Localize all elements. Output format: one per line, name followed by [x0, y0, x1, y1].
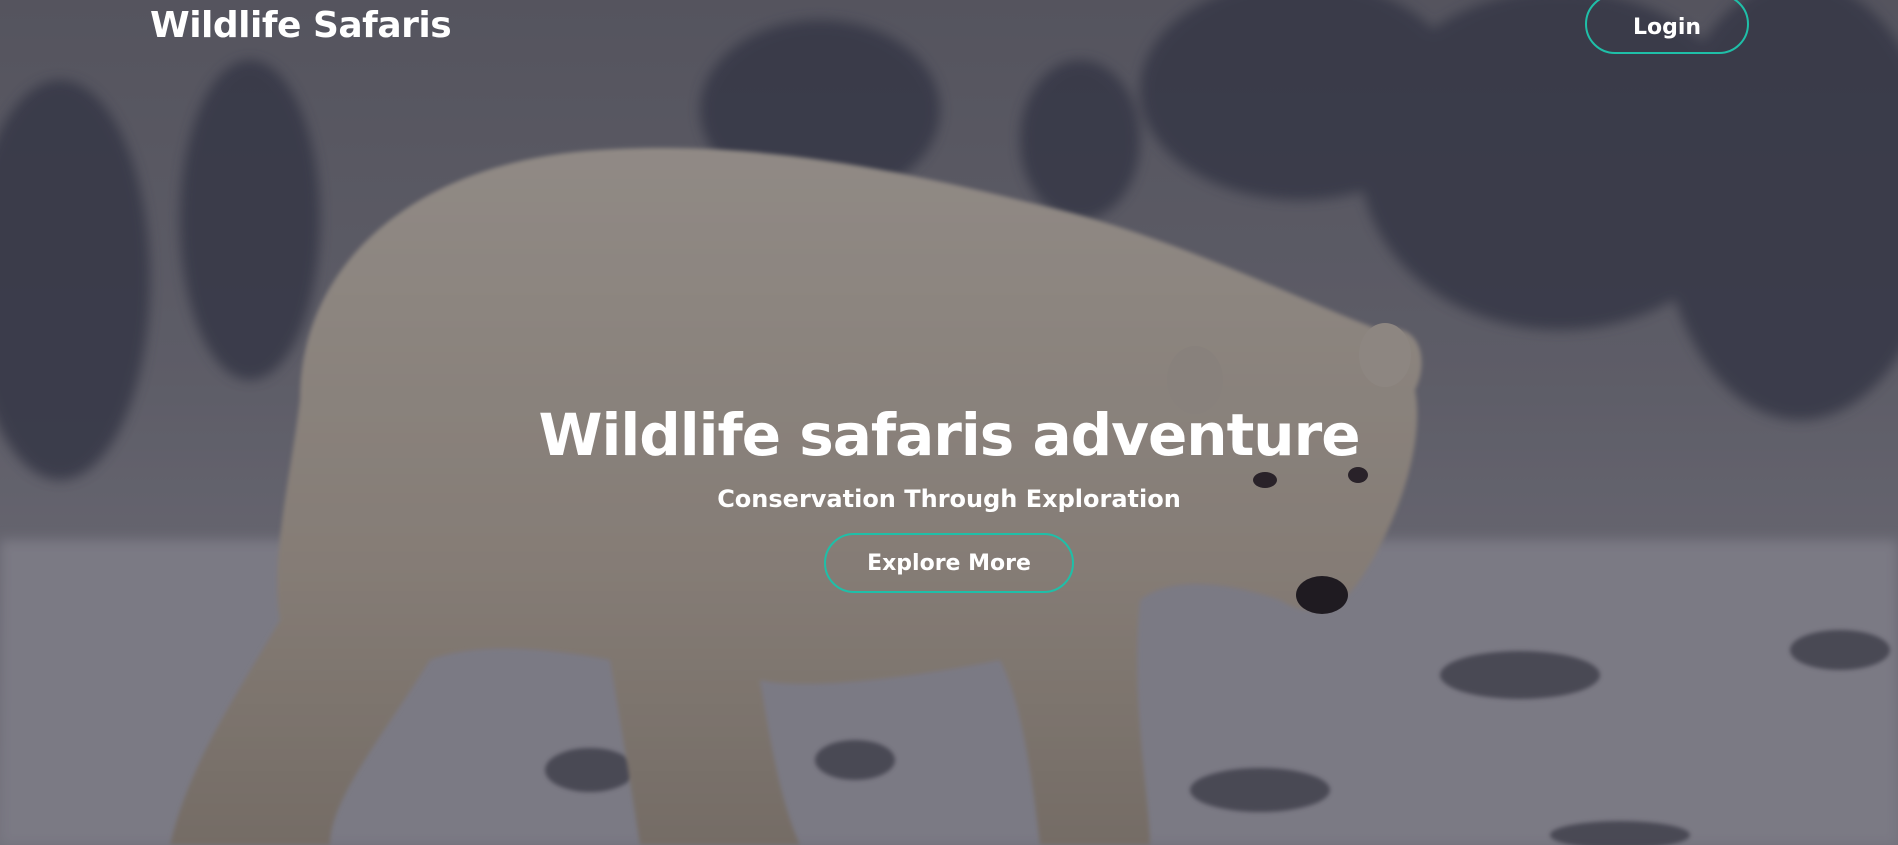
hero-section: Wildlife Safaris Login Wildlife safaris … — [0, 0, 1898, 845]
site-logo-text[interactable]: Wildlife Safaris — [150, 2, 452, 50]
top-navbar: Wildlife Safaris Login — [0, 0, 1898, 60]
hero-title: Wildlife safaris adventure — [538, 401, 1360, 469]
hero-subtitle: Conservation Through Exploration — [717, 485, 1181, 513]
hero-content: Wildlife safaris adventure Conservation … — [0, 395, 1898, 593]
explore-more-button[interactable]: Explore More — [824, 533, 1074, 593]
login-button[interactable]: Login — [1585, 0, 1749, 54]
